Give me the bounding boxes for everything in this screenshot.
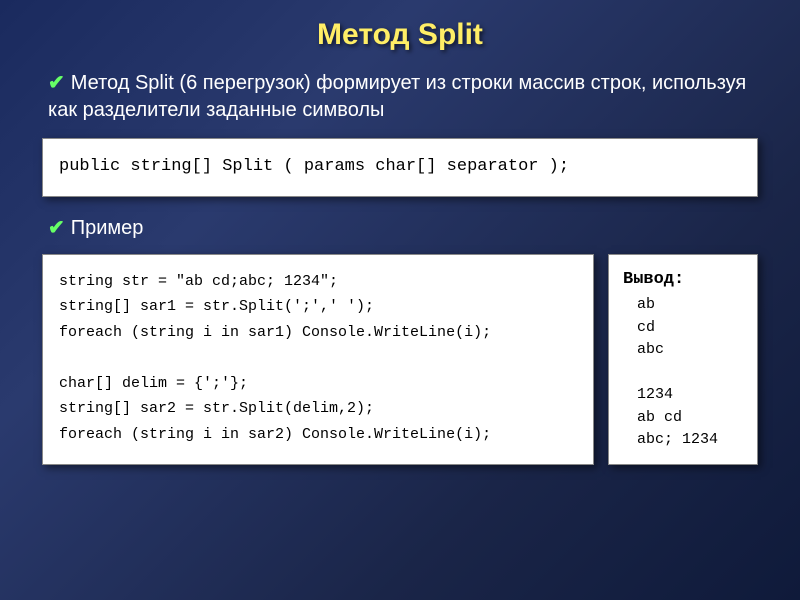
- output-lines: ab cd abc 1234 ab cd abc; 1234: [623, 294, 743, 452]
- check-icon: ✔: [48, 72, 65, 94]
- output-title: Вывод:: [623, 270, 684, 289]
- check-icon: ✔: [48, 217, 65, 239]
- example-label-text: Пример: [71, 217, 144, 239]
- example-row: string str = "ab cd;abc; 1234"; string[]…: [42, 254, 758, 465]
- description-text: ✔Метод Split (6 перегрузок) формирует из…: [30, 70, 770, 124]
- slide-title: Метод Split: [30, 18, 770, 52]
- description-content: Метод Split (6 перегрузок) формирует из …: [48, 72, 746, 121]
- output-box: Вывод: ab cd abc 1234 ab cd abc; 1234: [608, 254, 758, 465]
- signature-code: public string[] Split ( params char[] se…: [42, 138, 758, 197]
- example-label: ✔ Пример: [30, 215, 770, 240]
- example-code: string str = "ab cd;abc; 1234"; string[]…: [42, 254, 594, 465]
